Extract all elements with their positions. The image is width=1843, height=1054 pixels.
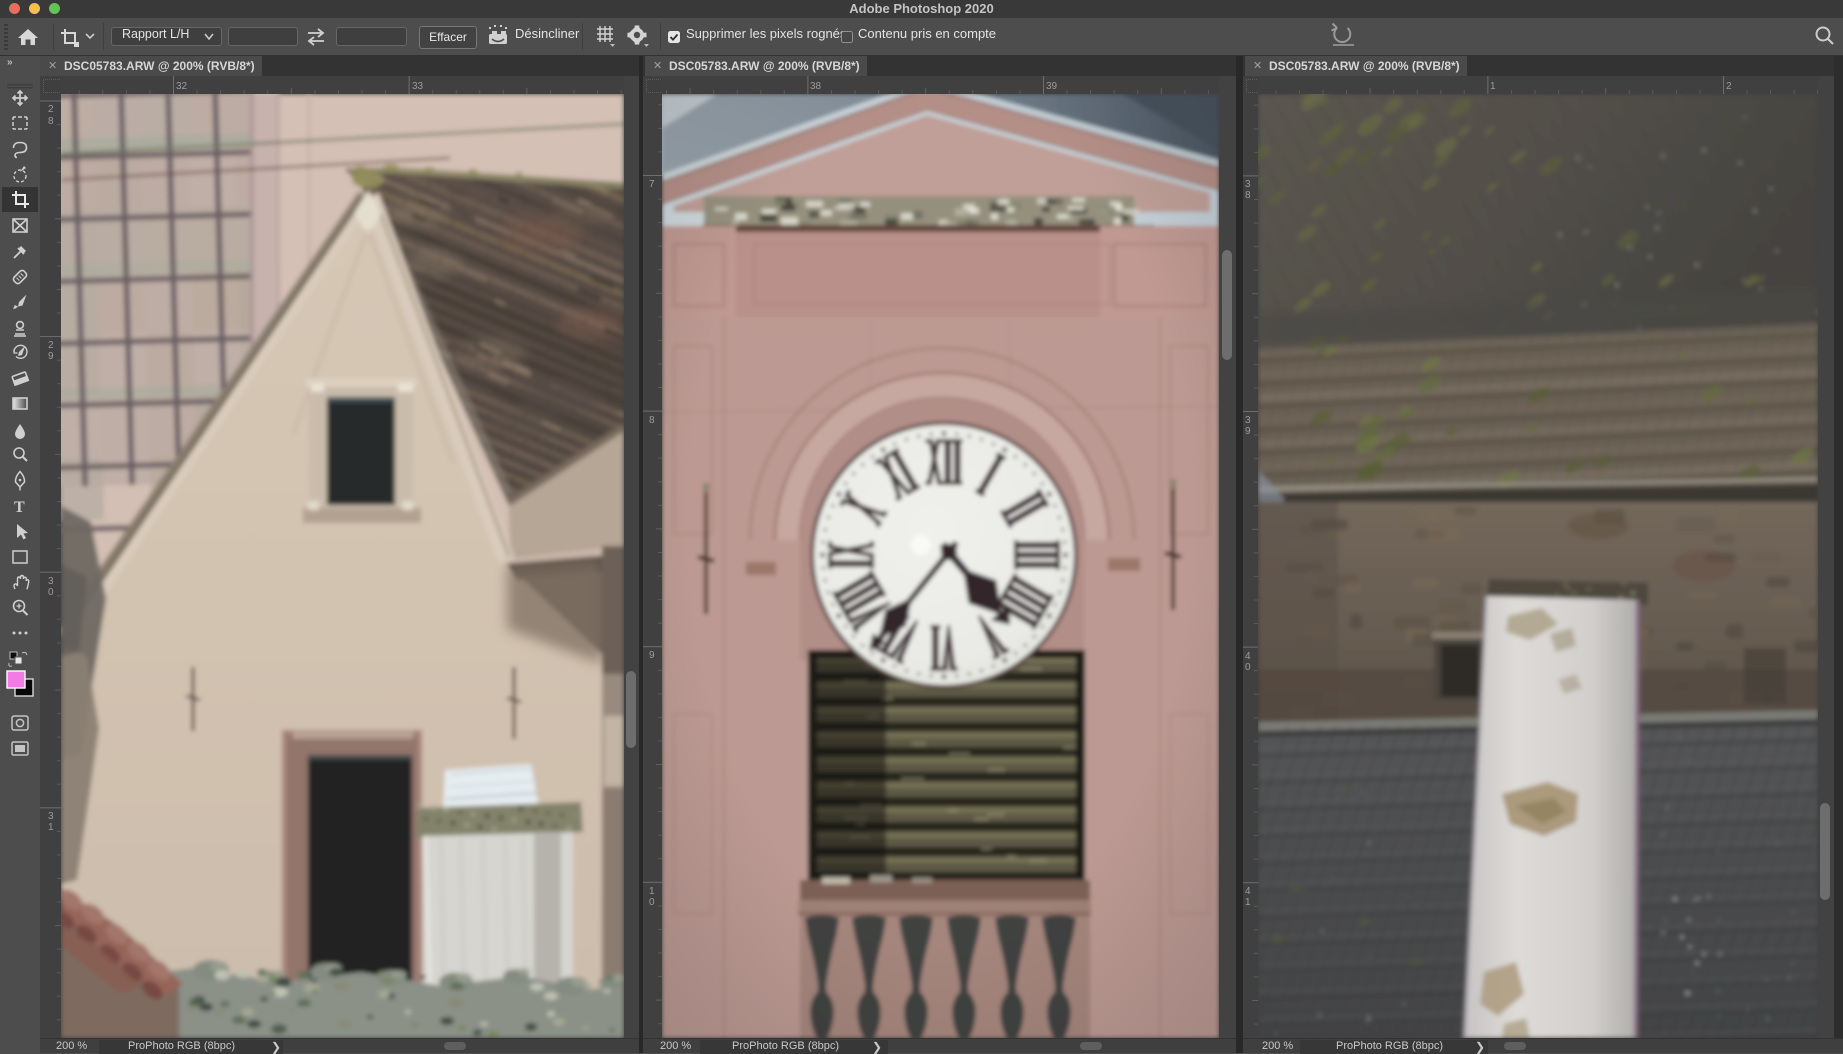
svg-text:8: 8 xyxy=(649,415,655,426)
svg-text:T: T xyxy=(14,499,25,516)
svg-text:1: 1 xyxy=(1245,897,1251,908)
svg-text:3: 3 xyxy=(1245,179,1251,190)
svg-text:1: 1 xyxy=(48,822,54,833)
svg-text:0: 0 xyxy=(48,587,54,598)
svg-text:4: 4 xyxy=(1245,886,1251,897)
svg-text:1: 1 xyxy=(649,886,655,897)
svg-text:3: 3 xyxy=(48,811,54,822)
svg-text:9: 9 xyxy=(48,351,54,362)
svg-text:8: 8 xyxy=(48,116,54,127)
svg-text:2: 2 xyxy=(48,340,54,351)
svg-text:33: 33 xyxy=(412,81,424,92)
svg-text:3: 3 xyxy=(1245,415,1251,426)
svg-text:3: 3 xyxy=(48,576,54,587)
svg-text:32: 32 xyxy=(176,81,188,92)
svg-text:39: 39 xyxy=(1046,81,1058,92)
svg-text:4: 4 xyxy=(1245,651,1251,662)
svg-text:1: 1 xyxy=(1490,81,1496,92)
svg-text:2: 2 xyxy=(48,104,54,115)
svg-text:9: 9 xyxy=(649,650,655,661)
svg-text:0: 0 xyxy=(649,897,655,908)
svg-text:2: 2 xyxy=(1726,81,1732,92)
svg-text:8: 8 xyxy=(1245,190,1251,201)
svg-text:0: 0 xyxy=(1245,662,1251,673)
svg-text:9: 9 xyxy=(1245,426,1251,437)
svg-text:7: 7 xyxy=(649,179,655,190)
svg-text:38: 38 xyxy=(810,81,822,92)
svg-text:»: » xyxy=(7,57,13,68)
